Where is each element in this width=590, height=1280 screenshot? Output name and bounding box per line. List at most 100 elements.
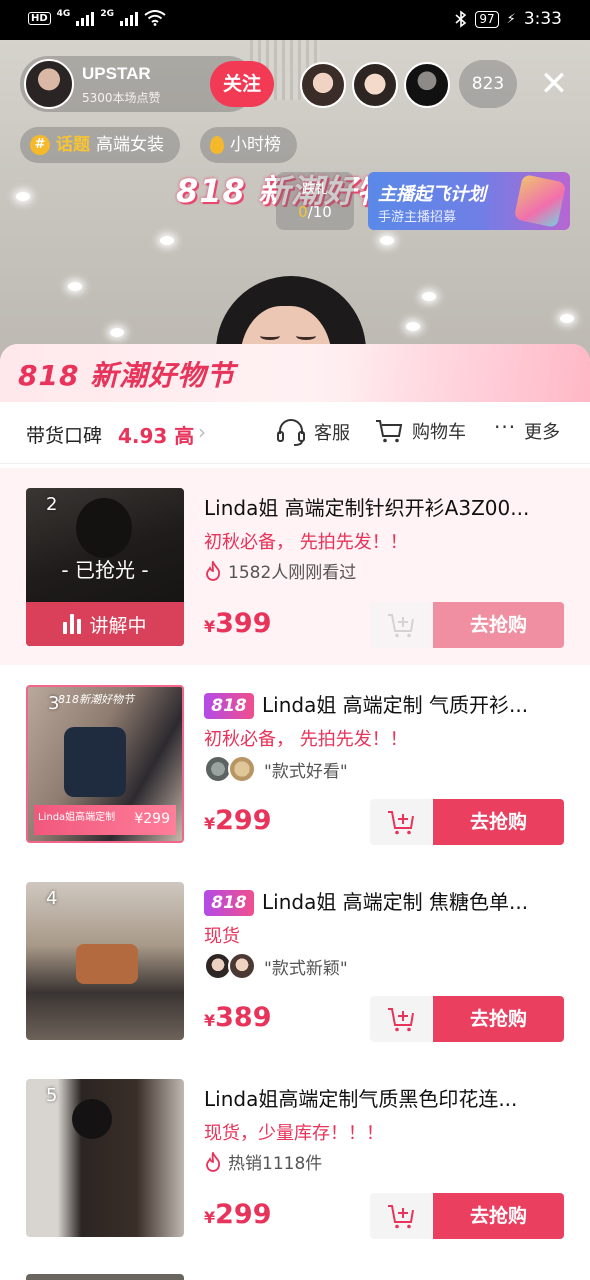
sales-text: 热销1118件 — [228, 1154, 323, 1174]
more-dots-icon: ··· — [494, 415, 517, 439]
equalizer-icon — [63, 614, 82, 634]
cart-label: 购物车 — [412, 422, 466, 443]
product-promo: 现货，少量库存！！！ — [204, 1123, 384, 1144]
follow-button[interactable]: 关注 — [210, 61, 274, 107]
add-to-cart-button[interactable] — [370, 1193, 432, 1239]
host-avatar[interactable] — [24, 59, 74, 109]
thumb-bag — [64, 727, 126, 797]
product-promo: 现货 — [204, 926, 240, 947]
product-price: ¥399 — [204, 608, 272, 639]
thumb-banner: 818新潮好物节 — [58, 693, 134, 706]
cart-button[interactable]: 购物车 — [374, 418, 466, 444]
hd-indicator: HD — [28, 11, 51, 25]
product-rank: 2 — [46, 494, 58, 515]
signal-icon-2 — [119, 10, 138, 26]
add-cart-icon — [388, 811, 414, 835]
flame-icon — [206, 1151, 221, 1172]
product-panel: 818 新潮好物节 带货口碑 4.93 高 › 客服 购物车 ··· 更多 2 … — [0, 344, 590, 1280]
ceiling-light — [380, 236, 394, 245]
chevron-right-icon[interactable]: › — [198, 420, 206, 444]
buy-now-button[interactable]: 去抢购 — [433, 1193, 564, 1239]
host-name: UPSTAR — [82, 64, 151, 83]
buy-now-button[interactable]: 去抢购 — [433, 799, 564, 845]
thumb-figure — [72, 1099, 112, 1139]
viewer-count[interactable]: 823 — [459, 60, 517, 108]
viewer-avatar[interactable] — [404, 62, 450, 108]
product-thumbnail[interactable]: 4 — [26, 882, 184, 1040]
status-right: 97 ⚡ 3:33 — [455, 9, 562, 29]
more-label: 更多 — [524, 422, 561, 443]
product-price: ¥389 — [204, 1002, 272, 1033]
ceiling-light — [406, 322, 420, 331]
hourly-rank-tag[interactable]: 小时榜 — [200, 127, 297, 163]
festival-badge: 818 — [204, 890, 254, 916]
review-quote: "款式新颖" — [264, 958, 348, 979]
product-title[interactable]: 818 Linda姐 高端定制 焦糖色单... — [204, 886, 564, 916]
reputation-score[interactable]: 4.93 高 — [118, 420, 194, 449]
product-thumbnail[interactable]: 3 818新潮好物节 Linda姐高端定制 ¥299 — [26, 685, 184, 843]
product-promo: 初秋必备， 先拍先发！！ — [204, 729, 408, 750]
host-eye — [260, 332, 280, 340]
product-title[interactable]: Linda姐高端定制气质黑色印花连... — [204, 1083, 564, 1112]
wifi-icon — [144, 10, 166, 26]
ceiling-light — [160, 236, 174, 245]
product-item[interactable]: 2 - 已抢光 - 讲解中 Linda姐 高端定制针织开衫A3Z00... 初秋… — [0, 468, 590, 665]
ceiling-light — [68, 282, 82, 291]
task-title: 跌礼 — [301, 182, 328, 197]
add-to-cart-button[interactable] — [370, 799, 432, 845]
reviewer-avatar — [228, 952, 256, 980]
network-2g-label: 2G — [100, 9, 114, 19]
ceiling-light — [422, 292, 436, 301]
panel-header: 818 新潮好物节 — [0, 344, 590, 402]
product-title[interactable]: 818 Linda姐 高端定制 气质开衫... — [204, 689, 564, 719]
viewer-avatar[interactable] — [352, 62, 398, 108]
product-meta: "款式好看" — [204, 755, 348, 783]
header-decoration — [350, 344, 590, 402]
host-eye — [296, 332, 316, 340]
host-info[interactable]: UPSTAR 5300本场点赞 关注 — [20, 56, 274, 112]
topic-label: 话题 — [56, 135, 90, 155]
topic-tag[interactable]: # 话题 高端女装 — [20, 127, 180, 163]
viewer-avatar[interactable] — [300, 62, 346, 108]
product-item[interactable]: 4 818 Linda姐 高端定制 焦糖色单... 现货 "款式新颖" ¥389 … — [0, 862, 590, 1059]
product-item[interactable]: 5 Linda姐高端定制气质黑色印花连... 现货，少量库存！！！ 热销1118… — [0, 1059, 590, 1256]
recruit-subtitle: 手游主播招募 — [378, 210, 457, 225]
recruit-banner[interactable]: 主播起飞计划 手游主播招募 — [368, 172, 570, 230]
ceiling-light — [560, 314, 574, 323]
ceiling-light — [16, 192, 30, 201]
recruit-title: 主播起飞计划 — [378, 184, 486, 205]
product-meta: 热销1118件 — [204, 1149, 322, 1174]
flame-icon — [206, 560, 221, 581]
product-rank: 5 — [46, 1085, 58, 1106]
product-title[interactable]: Linda姐 高端定制针织开衫A3Z00... — [204, 492, 564, 521]
clock: 3:33 — [523, 9, 562, 29]
task-progress[interactable]: 跌礼 0/10 — [276, 172, 354, 230]
close-icon[interactable]: ✕ — [536, 66, 572, 102]
recruit-illustration — [513, 173, 567, 229]
reviewer-avatar — [228, 755, 256, 783]
add-to-cart-button[interactable] — [370, 602, 432, 648]
product-thumbnail[interactable]: 2 - 已抢光 - 讲解中 — [26, 488, 184, 646]
next-item-peek[interactable] — [26, 1274, 184, 1280]
task-progress-value: 0/10 — [298, 203, 332, 221]
festival-badge: 818 — [204, 693, 254, 719]
buy-now-button[interactable]: 去抢购 — [433, 602, 564, 648]
thumb-price-badge: Linda姐高端定制 ¥299 — [34, 805, 176, 835]
add-to-cart-button[interactable] — [370, 996, 432, 1042]
customer-service-label: 客服 — [314, 423, 350, 444]
hashtag-icon: # — [30, 135, 50, 155]
more-button[interactable]: ··· 更多 — [494, 415, 561, 444]
explaining-badge[interactable]: 讲解中 — [26, 602, 184, 646]
buy-now-button[interactable]: 去抢购 — [433, 996, 564, 1042]
hourly-rank-label: 小时榜 — [230, 135, 281, 155]
review-quote: "款式好看" — [264, 761, 348, 782]
status-left: HD 4G 2G — [28, 9, 166, 26]
product-price: ¥299 — [204, 1199, 272, 1230]
viewers-text: 1582人刚刚看过 — [228, 563, 357, 583]
customer-service-button[interactable]: 客服 — [276, 418, 350, 446]
product-item[interactable]: 3 818新潮好物节 Linda姐高端定制 ¥299 818 Linda姐 高端定制… — [0, 665, 590, 862]
add-cart-icon — [388, 1008, 414, 1032]
bluetooth-icon — [455, 10, 467, 28]
product-thumbnail[interactable]: 5 — [26, 1079, 184, 1237]
product-promo: 初秋必备， 先拍先发！！ — [204, 532, 408, 553]
